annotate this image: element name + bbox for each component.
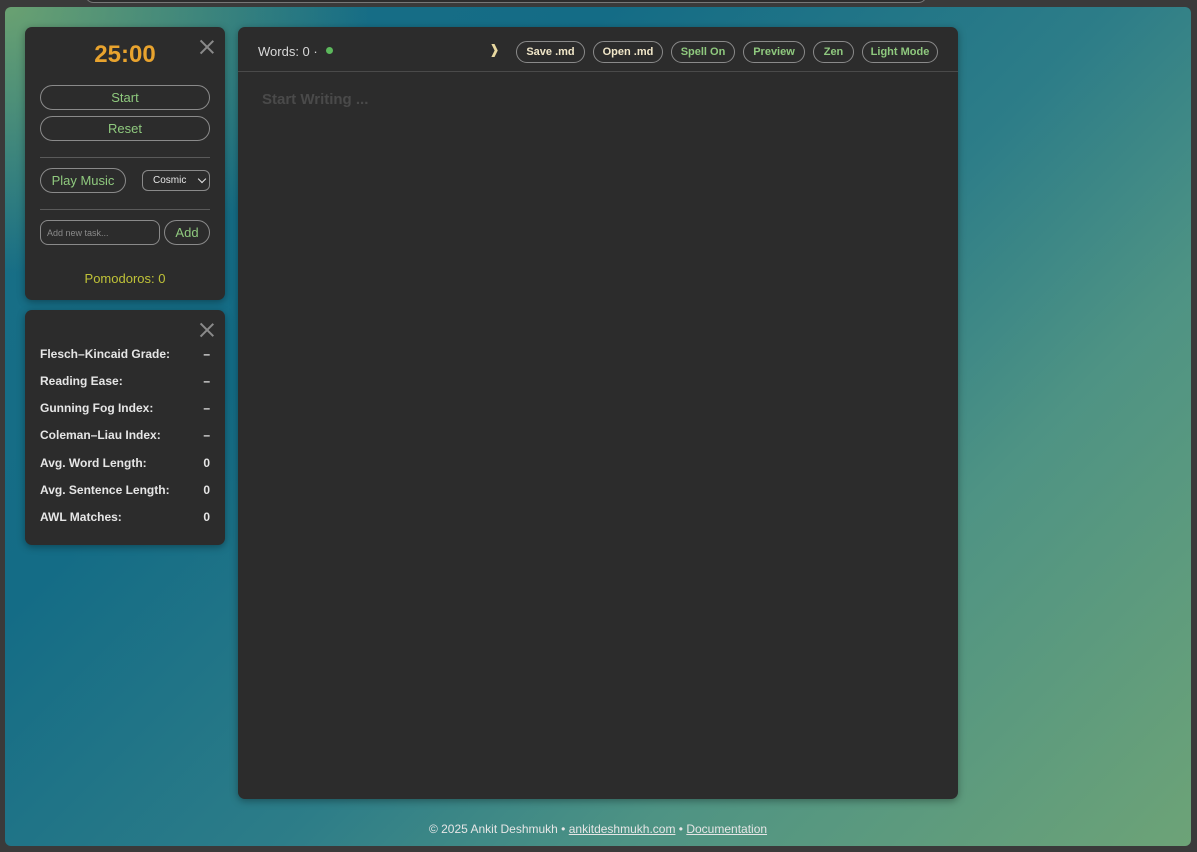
documentation-link[interactable]: Documentation <box>686 822 767 836</box>
stat-label: Gunning Fog Index: <box>40 401 154 415</box>
stat-label: Avg. Sentence Length: <box>40 483 170 497</box>
stat-label: Flesch–Kincaid Grade: <box>40 347 171 361</box>
footer-separator: • <box>678 822 683 836</box>
preview-button[interactable]: Preview <box>743 41 805 63</box>
stat-value: – <box>203 347 210 361</box>
stat-row: Avg. Sentence Length: 0 <box>40 483 210 499</box>
divider <box>40 157 210 158</box>
stat-value: – <box>203 428 210 442</box>
stat-row: Avg. Word Length: 0 <box>40 456 210 472</box>
divider <box>40 209 210 210</box>
status-dot-icon <box>326 47 333 54</box>
spell-check-button[interactable]: Spell On <box>671 41 735 63</box>
copyright-text: © 2025 Ankit Deshmukh • <box>428 822 566 836</box>
app-background: 25:00 Start Reset Play Music Cosmic Add … <box>5 7 1191 846</box>
stat-label: Reading Ease: <box>40 374 123 388</box>
close-icon[interactable] <box>199 322 215 338</box>
light-mode-button[interactable]: Light Mode <box>862 41 938 63</box>
stat-row: AWL Matches: 0 <box>40 510 210 526</box>
timer-display: 25:00 <box>94 41 156 68</box>
browser-bar-edge <box>85 0 927 3</box>
music-select-value: Cosmic <box>153 175 187 186</box>
editor-textarea[interactable]: Start Writing ... <box>262 91 368 108</box>
stat-value: 0 <box>203 510 210 524</box>
stat-value: 0 <box>203 456 210 470</box>
stat-label: Coleman–Liau Index: <box>40 428 161 442</box>
stat-label: Avg. Word Length: <box>40 456 147 470</box>
stat-value: 0 <box>203 483 210 497</box>
music-select[interactable]: Cosmic <box>142 170 210 191</box>
zen-button[interactable]: Zen <box>813 41 854 63</box>
pomodoros-count: Pomodoros: 0 <box>84 271 166 286</box>
site-link[interactable]: ankitdeshmukh.com <box>569 822 676 836</box>
word-count: Words: 0 · <box>258 44 318 59</box>
stat-row: Gunning Fog Index: – <box>40 401 210 417</box>
editor-toolbar: Words: 0 · ❱ Save .md Open .md Spell On … <box>238 27 958 72</box>
footer: © 2025 Ankit Deshmukh • ankitdeshmukh.co… <box>5 822 1191 836</box>
stat-row: Flesch–Kincaid Grade: – <box>40 347 210 363</box>
stat-label: AWL Matches: <box>40 510 122 524</box>
open-md-button[interactable]: Open .md <box>593 41 663 63</box>
play-music-button[interactable]: Play Music <box>40 168 126 193</box>
readability-stats-panel: Flesch–Kincaid Grade: – Reading Ease: – … <box>25 310 225 545</box>
editor-panel: Words: 0 · ❱ Save .md Open .md Spell On … <box>238 27 958 799</box>
stat-row: Reading Ease: – <box>40 374 210 390</box>
reset-button[interactable]: Reset <box>40 116 210 141</box>
add-task-button[interactable]: Add <box>164 220 210 245</box>
chevron-down-icon <box>197 174 207 184</box>
start-button[interactable]: Start <box>40 85 210 110</box>
stat-value: – <box>203 374 210 388</box>
stat-value: – <box>203 401 210 415</box>
task-input[interactable] <box>40 220 160 245</box>
stat-row: Coleman–Liau Index: – <box>40 428 210 444</box>
pomodoro-panel: 25:00 Start Reset Play Music Cosmic Add … <box>25 27 225 300</box>
save-md-button[interactable]: Save .md <box>516 41 585 63</box>
chevron-right-icon[interactable]: ❱ <box>489 42 500 58</box>
